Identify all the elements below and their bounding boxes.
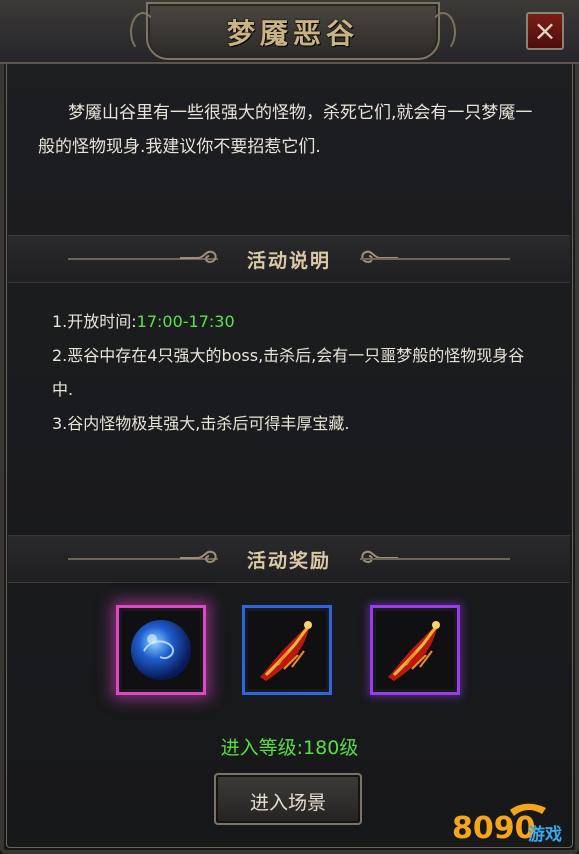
enter-scene-button[interactable]: 进入场景 (214, 773, 362, 825)
reward-section-header: 活动奖励 (8, 535, 570, 583)
divider-line (360, 558, 510, 560)
reward-slot-3[interactable] (370, 605, 460, 695)
blue-orb-icon (131, 620, 191, 680)
activity-section-header: 活动说明 (8, 235, 570, 283)
title-bar: 梦魇恶谷 × (0, 0, 579, 64)
logo-suffix: 游戏 (528, 824, 562, 845)
title-plate: 梦魇恶谷 (130, 2, 456, 60)
red-wing-icon (388, 621, 440, 681)
close-icon: × (533, 14, 557, 47)
level-requirement: 进入等级:180级 (220, 737, 359, 759)
enter-scene-label: 进入场景 (249, 792, 326, 814)
reward-slot-2[interactable] (242, 605, 332, 695)
rule-item: 1.开放时间:17:00-17:30 (52, 305, 542, 339)
divider-line (360, 258, 510, 260)
rule-label: 1.开放时间: (52, 312, 137, 331)
dialog-title: 梦魇恶谷 (226, 17, 359, 50)
rule-item: 2.恶谷中存在4只强大的boss,击杀后,会有一只噩梦般的怪物现身谷中. (52, 346, 525, 399)
rules-list: 1.开放时间:17:00-17:30 2.恶谷中存在4只强大的boss,击杀后,… (52, 305, 542, 441)
reward-slot-1[interactable] (116, 605, 206, 695)
red-wing-icon (260, 621, 312, 681)
rule-item: 3.谷内怪物极其强大,击杀后可得丰厚宝藏. (52, 414, 350, 433)
logo-digits: 8090 (452, 811, 536, 846)
close-button[interactable]: × (526, 12, 564, 50)
open-time: 17:00-17:30 (136, 312, 235, 331)
description-text: 梦魇山谷里有一些很强大的怪物，杀死它们,就会有一只梦魇一般的怪物现身.我建议你不… (38, 103, 533, 157)
site-logo: 8090 游戏 (452, 803, 562, 846)
